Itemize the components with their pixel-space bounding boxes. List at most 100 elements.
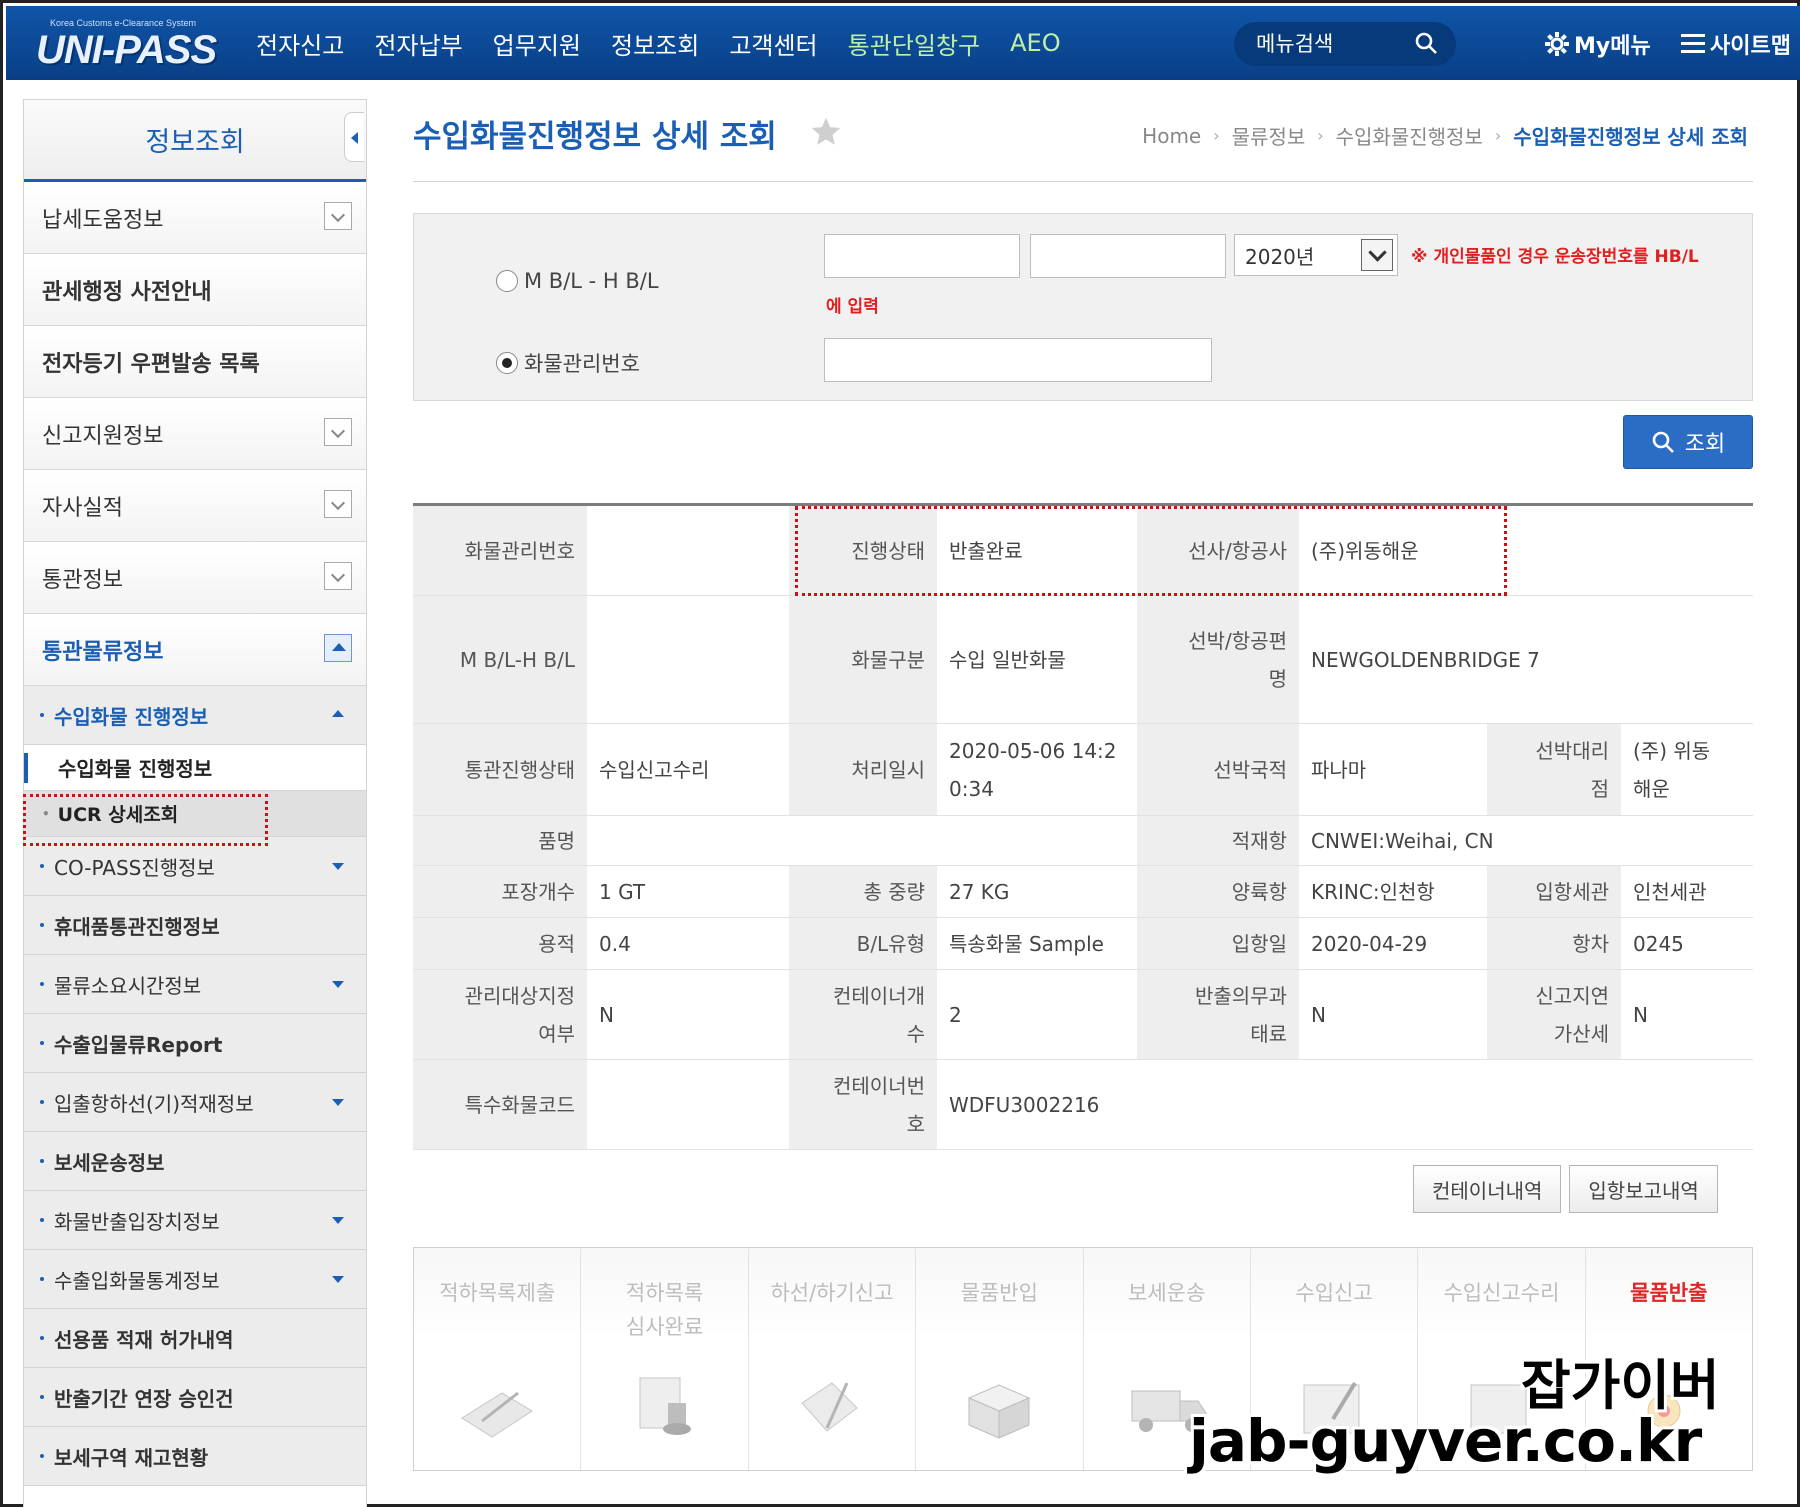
year-select[interactable]: 2020년: [1234, 234, 1398, 276]
submenu-copass[interactable]: CO-PASS진행정보: [24, 837, 366, 896]
sidebar-item-customs-guide[interactable]: 관세행정 사전안내: [24, 254, 366, 326]
header-voyage: 항차: [1487, 918, 1621, 969]
submenu-bonded-transport[interactable]: 보세운송정보: [24, 1132, 366, 1191]
submenu-extension-approval[interactable]: 반출기간 연장 승인건: [24, 1368, 366, 1427]
header-bl-type: B/L유형: [789, 918, 937, 969]
header-container-count: 컨테이너개 수: [789, 970, 937, 1059]
sidebar-item-clearance-info[interactable]: 통관정보: [24, 542, 366, 614]
value-vessel-nationality: 파나마: [1299, 724, 1487, 815]
hbl-input[interactable]: [1030, 234, 1226, 278]
header-release-penalty: 반출의무과 태료: [1137, 970, 1299, 1059]
menu-search-input[interactable]: [1256, 32, 1406, 56]
radio-circle[interactable]: [496, 270, 518, 292]
value-agent-line2: 해운: [1633, 776, 1670, 801]
table-row: M B/L-H B/L 화물구분 수입 일반화물 선박/항공편 명 NEWGOL…: [413, 596, 1753, 724]
submenu-logistics-time[interactable]: 물류소요시간정보: [24, 955, 366, 1014]
sidebar-item-label: 전자등기 우편발송 목록: [42, 351, 260, 377]
submenu-cargo-statistics[interactable]: 수출입화물통계정보: [24, 1250, 366, 1309]
menu-search: [1234, 22, 1456, 66]
breadcrumb-logistics[interactable]: 물류정보: [1232, 121, 1306, 150]
nav-aeo[interactable]: AEO: [1010, 29, 1060, 57]
chevron-down-icon[interactable]: [324, 202, 352, 230]
step-label: 수입신고수리: [1443, 1281, 1560, 1305]
submenu-cargo-storage[interactable]: 화물반출입장치정보: [24, 1191, 366, 1250]
search-icon[interactable]: [1414, 31, 1438, 55]
table-row: 용적 0.4 B/L유형 특송화물 Sample 입항일 2020-04-29 …: [413, 918, 1753, 970]
radio-mbl-hbl[interactable]: M B/L - H B/L: [496, 269, 659, 293]
value-volume: 0.4: [587, 918, 789, 969]
sidebar-item-company-record[interactable]: 자사실적: [24, 470, 366, 542]
sidebar-item-filing-support[interactable]: 신고지원정보: [24, 398, 366, 470]
box-icon: [968, 1384, 1031, 1439]
value-container-number: WDFU3002216: [937, 1060, 1753, 1149]
submenu3-ucr-detail[interactable]: • UCR 상세조회: [24, 791, 366, 837]
submenu-port-loading[interactable]: 입출항하선(기)적재정보: [24, 1073, 366, 1132]
chevron-down-icon[interactable]: [1361, 239, 1393, 271]
container-list-button[interactable]: 컨테이너내역: [1413, 1165, 1562, 1213]
sidebar-collapse-icon[interactable]: [344, 112, 364, 162]
mymenu-button[interactable]: My메뉴: [1544, 28, 1651, 60]
header-processed-at: 처리일시: [789, 724, 937, 815]
caret-down-icon: [332, 1099, 344, 1106]
header-vessel-agent: 선박대리 점: [1487, 724, 1621, 815]
nav-e-filing[interactable]: 전자신고: [256, 26, 344, 61]
sitemap-button[interactable]: 사이트맵: [1680, 28, 1791, 60]
sidebar-item-label: 통관물류정보: [42, 639, 164, 665]
breadcrumb-home[interactable]: Home: [1142, 124, 1201, 148]
nav-info-lookup[interactable]: 정보조회: [611, 26, 699, 61]
search-panel: M B/L - H B/L 화물관리번호 2020년 ※ 개인물품인 경우 운송…: [413, 213, 1753, 401]
value-package-count: 1 GT: [587, 866, 789, 917]
notice-text-cont: 에 입력: [826, 297, 879, 317]
bullet-icon: [40, 923, 44, 927]
header-discharge-port: 양륙항: [1137, 866, 1299, 917]
header-clearance-status: 통관진행상태: [413, 724, 587, 815]
bullet-icon: [40, 1218, 44, 1222]
submenu-logistics-report[interactable]: 수출입물류Report: [24, 1014, 366, 1073]
chevron-down-icon[interactable]: [324, 562, 352, 590]
nav-customer-center[interactable]: 고객센터: [729, 26, 817, 61]
header-mbl-hbl: M B/L-H B/L: [413, 596, 587, 723]
value-vessel: NEWGOLDENBRIDGE 7: [1299, 596, 1753, 723]
arrival-report-button[interactable]: 입항보고내역: [1569, 1165, 1718, 1213]
header-container-count-line2: 수: [906, 1021, 925, 1046]
submenu-bonded-inventory[interactable]: 보세구역 재고현황: [24, 1427, 366, 1486]
sidebar-item-registered-mail[interactable]: 전자등기 우편발송 목록: [24, 326, 366, 398]
sidebar-submenu: 수입화물 진행정보 수입화물 진행정보 • UCR 상세조회 CO-PASS진행정…: [24, 686, 366, 1486]
chevron-down-icon[interactable]: [324, 418, 352, 446]
submenu-label: CO-PASS진행정보: [54, 855, 215, 880]
nav-single-window[interactable]: 통관단일창구: [848, 26, 980, 61]
document-pen-icon: [801, 1382, 858, 1432]
submenu-label: 선용품 적재 허가내역: [54, 1327, 234, 1352]
sitemap-label: 사이트맵: [1710, 34, 1791, 59]
watermark-url: jab-guyver.co.kr: [1189, 1407, 1702, 1475]
submenu-label: 물류소요시간정보: [54, 973, 202, 998]
nav-e-payment[interactable]: 전자납부: [374, 26, 462, 61]
nav-support[interactable]: 업무지원: [493, 26, 581, 61]
sidebar-item-logistics-info[interactable]: 통관물류정보: [24, 614, 366, 686]
value-discharge-port: KRINC:인천항: [1299, 866, 1487, 917]
submenu3-label: 수입화물 진행정보: [58, 757, 213, 781]
uni-pass-logo[interactable]: Korea Customs e-Clearance System UNI-PAS…: [36, 14, 226, 74]
favorite-star-icon[interactable]: [809, 115, 843, 149]
cargo-number-input[interactable]: [824, 338, 1212, 382]
bullet-icon: [40, 1277, 44, 1281]
table-row: 특수화물코드 컨테이너번 호 WDFU3002216: [413, 1060, 1753, 1150]
radio-circle-checked[interactable]: [496, 352, 518, 374]
detail-action-buttons: 컨테이너내역 입항보고내역: [1405, 1165, 1718, 1213]
radio-cargo-number[interactable]: 화물관리번호: [496, 348, 640, 378]
submenu-ship-stores[interactable]: 선용품 적재 허가내역: [24, 1309, 366, 1368]
sidebar-item-tax-help[interactable]: 납세도움정보: [24, 182, 366, 254]
value-voyage: 0245: [1621, 918, 1753, 969]
chevron-up-icon[interactable]: [324, 634, 352, 662]
chevron-down-icon[interactable]: [324, 490, 352, 518]
search-button[interactable]: 조회: [1623, 415, 1753, 469]
submenu3-import-cargo-current[interactable]: 수입화물 진행정보: [24, 745, 366, 791]
caret-down-icon: [332, 863, 344, 870]
step-label: 물품반입: [960, 1281, 1038, 1305]
submenu-personal-goods[interactable]: 휴대품통관진행정보: [24, 896, 366, 955]
breadcrumb-import-cargo[interactable]: 수입화물진행정보: [1336, 121, 1483, 150]
caret-down-icon: [332, 1276, 344, 1283]
value-bl-type: 특송화물 Sample: [937, 918, 1137, 969]
submenu-import-cargo[interactable]: 수입화물 진행정보: [24, 686, 366, 745]
mbl-input[interactable]: [824, 234, 1020, 278]
